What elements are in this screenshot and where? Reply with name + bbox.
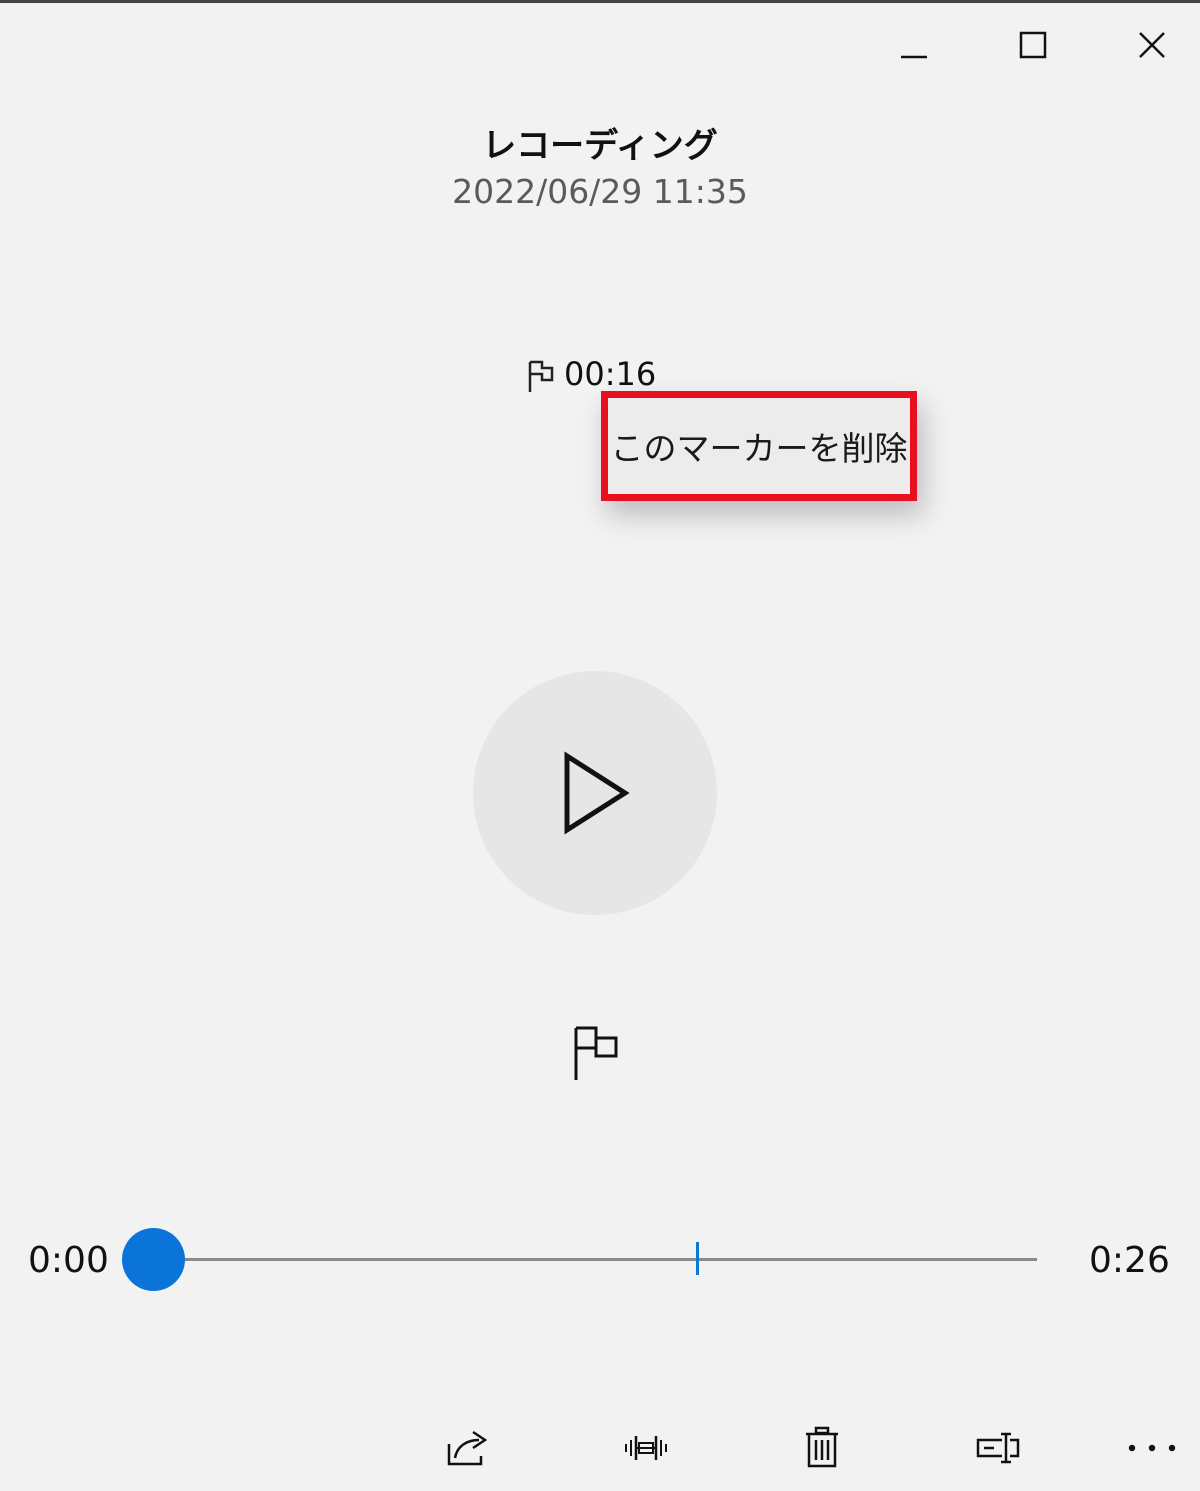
delete-button[interactable] (792, 1418, 852, 1478)
delete-icon (806, 1426, 838, 1468)
share-icon (447, 1430, 488, 1466)
more-icon (1128, 1444, 1176, 1452)
more-button[interactable] (1122, 1418, 1182, 1478)
minimize-button[interactable] (879, 18, 949, 72)
close-icon (1139, 32, 1165, 58)
total-duration: 0:26 (1089, 1240, 1170, 1281)
recording-title: レコーディング (482, 126, 718, 166)
seek-track[interactable] (153, 1258, 1037, 1261)
trim-button[interactable] (616, 1418, 676, 1478)
minimize-icon (901, 55, 927, 59)
flag-icon (528, 360, 554, 392)
marker-context-menu: このマーカーを削除 (601, 391, 917, 501)
share-button[interactable] (438, 1418, 498, 1478)
add-marker-button[interactable] (566, 1022, 626, 1082)
maximize-button[interactable] (998, 18, 1068, 72)
close-button[interactable] (1117, 18, 1187, 72)
marker-item[interactable]: 00:16 (524, 352, 656, 396)
timeline-marker[interactable] (695, 1242, 699, 1275)
trim-icon (625, 1436, 667, 1460)
current-time: 0:00 (28, 1240, 109, 1281)
maximize-icon (1019, 31, 1047, 59)
window-top-border (0, 0, 1200, 3)
rename-button[interactable] (968, 1418, 1028, 1478)
add-marker-flag-icon (574, 1026, 618, 1080)
seek-thumb[interactable] (121, 1228, 185, 1291)
rename-icon (976, 1432, 1020, 1464)
play-icon (564, 751, 630, 835)
delete-marker-menu-item[interactable]: このマーカーを削除 (611, 422, 908, 470)
play-button[interactable] (473, 671, 717, 915)
recording-date: 2022/06/29 11:35 (452, 172, 748, 211)
marker-time: 00:16 (564, 355, 657, 393)
